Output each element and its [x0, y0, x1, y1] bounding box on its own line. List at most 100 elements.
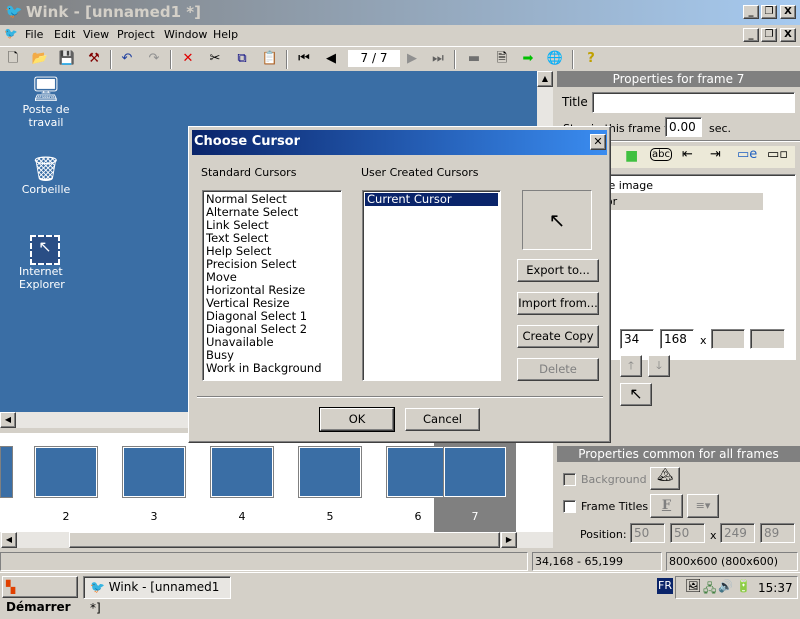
cut-icon[interactable]: ✂	[205, 50, 225, 68]
new-icon[interactable]: 🗋	[3, 50, 23, 68]
stay-duration-input[interactable]: 0.00	[665, 117, 702, 137]
delete-button[interactable]: Delete	[517, 358, 599, 381]
width-input[interactable]	[711, 329, 745, 349]
redo-icon[interactable]: ↷	[144, 50, 164, 68]
doc-minimize-button[interactable]: _	[743, 28, 759, 42]
filmstrip-scrollbar[interactable]: ◀ ▶	[0, 532, 553, 548]
export-button[interactable]: Export to...	[517, 259, 599, 282]
list-item-selected[interactable]: Current Cursor	[365, 193, 498, 206]
title-width[interactable]: 249	[720, 523, 755, 543]
browser-icon[interactable]: 🌐	[545, 50, 565, 68]
menu-view[interactable]: View	[83, 28, 109, 41]
add-shape-icon[interactable]: ■	[625, 148, 638, 164]
add-image-button-icon[interactable]: ▭▫	[767, 147, 788, 162]
desktop-icon-my-computer: 🖥 Poste de travail	[22, 75, 70, 129]
menu-window[interactable]: Window	[164, 28, 207, 41]
last-frame-icon[interactable]: ⏭	[428, 50, 448, 68]
add-link-button-icon[interactable]: ▭e	[737, 147, 757, 162]
add-callout-icon[interactable]: abc	[650, 148, 672, 161]
next-frame-icon[interactable]: ▶	[402, 50, 422, 68]
save-icon[interactable]: 💾	[57, 50, 77, 68]
title-height[interactable]: 89	[760, 523, 795, 543]
copy-icon[interactable]: ⧉	[232, 50, 252, 68]
cursor-icon: ↖	[30, 235, 60, 265]
x-separator: x	[710, 529, 717, 542]
doc-close-button[interactable]: X	[780, 28, 796, 42]
frame-thumbnail[interactable]	[34, 446, 98, 498]
close-button[interactable]: X	[780, 5, 796, 19]
import-button[interactable]: Import from...	[517, 292, 599, 315]
ok-button[interactable]: OK	[319, 407, 395, 432]
language-indicator[interactable]: FR	[657, 578, 673, 594]
undo-icon[interactable]: ↶	[117, 50, 137, 68]
menu-help[interactable]: Help	[213, 28, 238, 41]
background-checkbox[interactable]	[563, 473, 576, 486]
volume-icon[interactable]: 🔊	[718, 579, 733, 593]
create-copy-button[interactable]: Create Copy	[517, 325, 599, 348]
title-input[interactable]	[592, 92, 795, 113]
network-icon[interactable]: 🖧	[703, 579, 716, 600]
move-up-button[interactable]: 🡑	[620, 355, 642, 377]
scrollbar-thumb[interactable]	[69, 532, 500, 548]
choose-cursor-button[interactable]: ↖	[620, 383, 652, 406]
add-next-button-icon[interactable]: ⇥	[710, 147, 721, 162]
frame-thumbnail[interactable]	[122, 446, 186, 498]
list-item[interactable]: Work in Background	[206, 362, 338, 375]
help-icon[interactable]: ?	[581, 50, 601, 68]
document-icon[interactable]: 🐦	[4, 27, 18, 40]
menu-edit[interactable]: Edit	[54, 28, 75, 41]
restore-button[interactable]: ❐	[761, 5, 777, 19]
frame-number: 2	[62, 510, 70, 523]
frame-icon[interactable]: ▬	[464, 50, 484, 68]
common-properties-header: Properties common for all frames	[557, 446, 800, 462]
scroll-right-button[interactable]: ▶	[501, 532, 517, 548]
clock: 15:37	[758, 581, 793, 595]
scroll-left-button[interactable]: ◀	[0, 412, 16, 428]
frame-thumbnail[interactable]	[0, 446, 13, 498]
taskbar-wink-button[interactable]: 🐦 Wink - [unnamed1 *]	[83, 576, 231, 615]
standard-cursors-list[interactable]: Normal Select Alternate Select Link Select…	[202, 190, 342, 381]
render-icon[interactable]: ⚒	[84, 50, 104, 68]
frame-counter[interactable]: 7 / 7	[348, 50, 400, 67]
add-back-button-icon[interactable]: ⇤	[682, 147, 693, 162]
scroll-up-button[interactable]: ▲	[537, 71, 553, 87]
first-frame-icon[interactable]: ⏮	[294, 50, 314, 68]
doc-restore-button[interactable]: ❐	[761, 28, 777, 42]
choose-cursor-dialog: Choose Cursor ✕ Standard Cursors User Cr…	[188, 126, 611, 443]
preview-icon[interactable]: 🗎	[492, 50, 512, 68]
menu-project[interactable]: Project	[117, 28, 155, 41]
font-button[interactable]: F	[650, 494, 683, 518]
title-pos-y[interactable]: 50	[670, 523, 705, 543]
open-icon[interactable]: 📂	[30, 50, 50, 68]
frame-thumbnail[interactable]	[386, 446, 450, 498]
frame-thumbnail[interactable]	[210, 446, 274, 498]
pos-y-input[interactable]: 168	[660, 329, 694, 349]
move-down-button[interactable]: 🡓	[648, 355, 670, 377]
delete-icon[interactable]: ✕	[178, 50, 198, 68]
pos-x-input[interactable]: 34	[620, 329, 654, 349]
cancel-button[interactable]: Cancel	[405, 408, 480, 431]
prev-frame-icon[interactable]: ◀	[321, 50, 341, 68]
battery-icon[interactable]: 🔋	[736, 579, 751, 593]
start-button[interactable]: ▚ Démarrer	[2, 576, 78, 614]
scroll-left-button[interactable]: ◀	[1, 532, 17, 548]
frame-properties-header: Properties for frame 7	[557, 71, 800, 87]
background-image-button[interactable]: 🏔	[650, 467, 680, 490]
frame-thumbnail[interactable]	[298, 446, 362, 498]
go-icon[interactable]: ➡	[518, 50, 538, 68]
tray-app-icon[interactable]: 🖼	[685, 579, 702, 594]
paste-icon[interactable]: 📋	[260, 50, 280, 68]
minimize-button[interactable]: _	[743, 5, 759, 19]
user-cursors-list[interactable]: Current Cursor	[362, 190, 501, 381]
status-size: 800x600 (800x600)	[666, 552, 798, 571]
align-dropdown[interactable]: ≡▾	[687, 494, 719, 518]
frame-titles-label: Frame Titles	[581, 500, 649, 513]
frame-thumbnail-selected[interactable]	[443, 446, 507, 498]
height-input[interactable]	[750, 329, 785, 349]
x-separator: x	[700, 334, 707, 347]
dialog-close-button[interactable]: ✕	[590, 134, 606, 150]
frame-number: 3	[150, 510, 158, 523]
title-pos-x[interactable]: 50	[630, 523, 665, 543]
menu-file[interactable]: File	[25, 28, 43, 41]
frame-titles-checkbox[interactable]	[563, 500, 576, 513]
